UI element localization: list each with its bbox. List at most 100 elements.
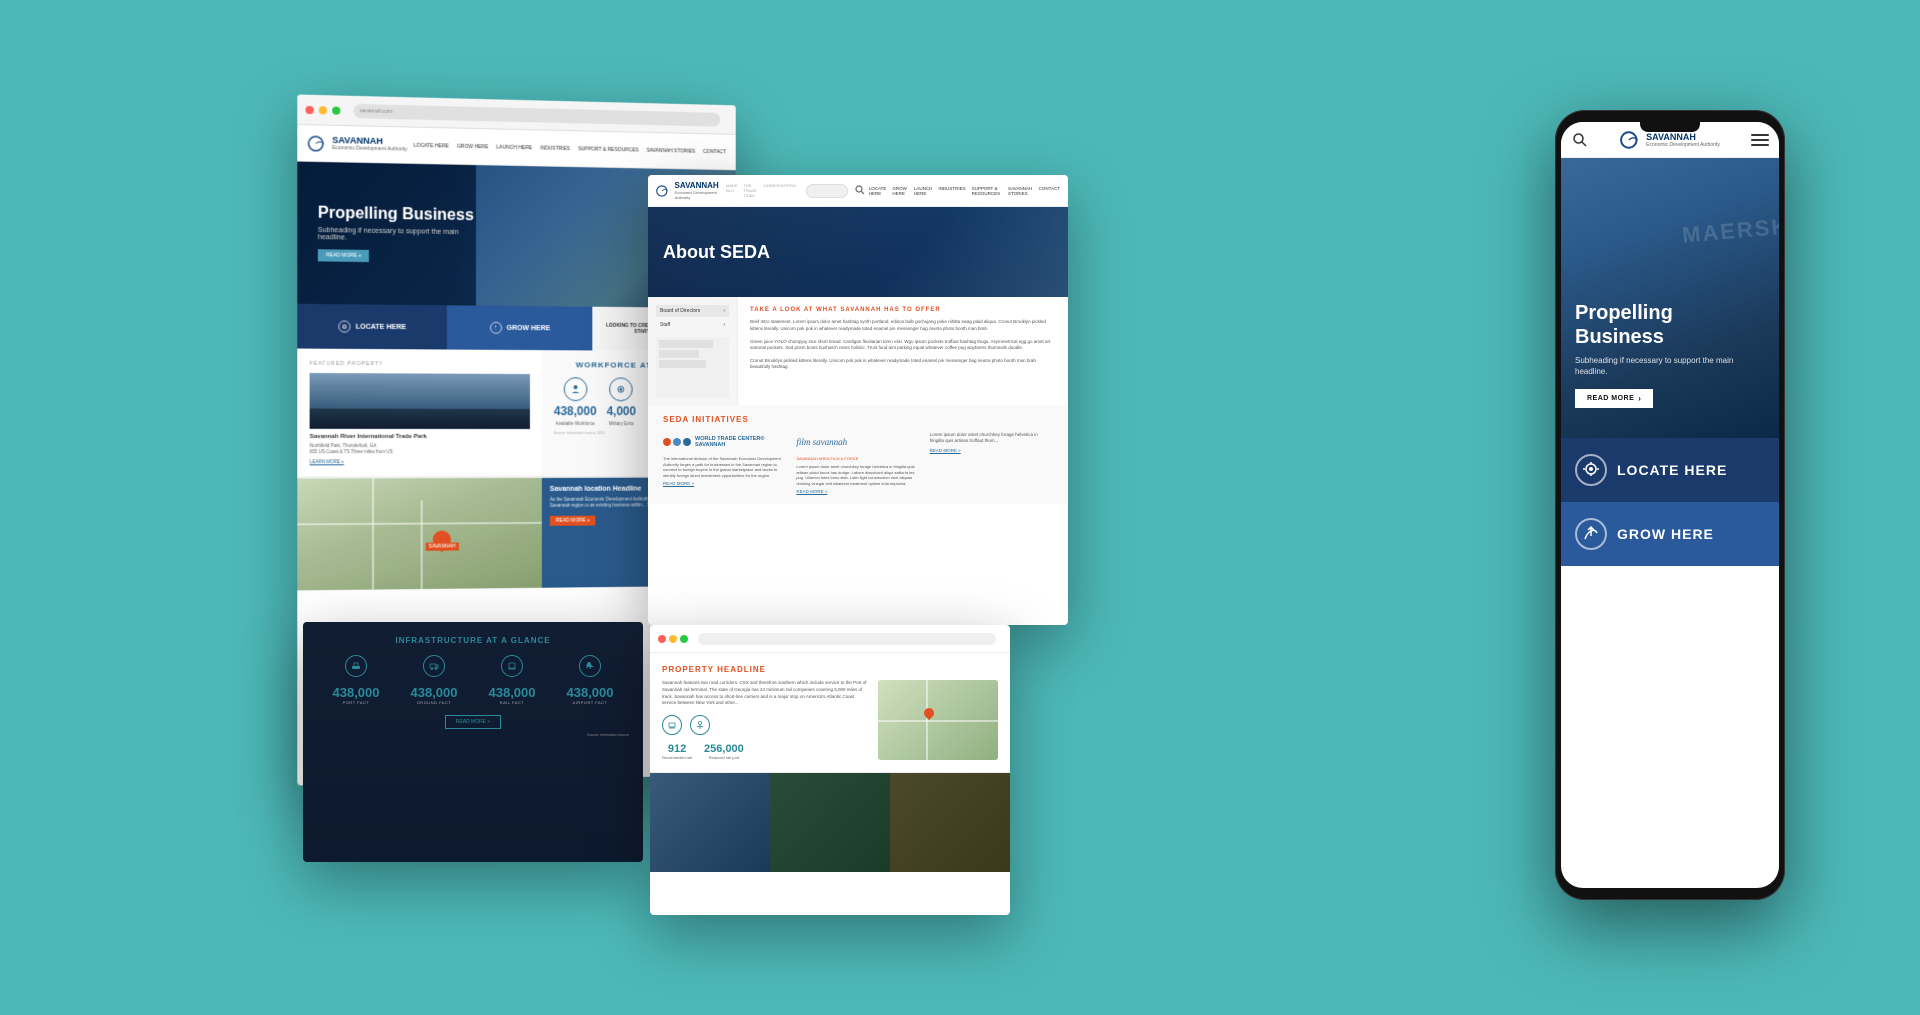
- prop-icon-1: [662, 715, 682, 735]
- address-bar-back[interactable]: savannah.com: [354, 103, 721, 126]
- nav-grow-m[interactable]: GROW HERE: [892, 186, 907, 196]
- film-link[interactable]: READ MORE »: [796, 489, 919, 494]
- film-logo: film savannah: [796, 432, 919, 452]
- infra-stat-4: 438,000 AIRPORT FACT: [567, 685, 614, 705]
- nav-support-back[interactable]: SUPPORT & RESOURCES: [578, 146, 639, 153]
- logo-name-middle: SAVANNAH: [675, 181, 723, 190]
- nav-stories-back[interactable]: SAVANNAH STORIES: [647, 147, 696, 154]
- address-br[interactable]: [698, 633, 996, 645]
- stat-military: 4,000 Military Exits: [607, 377, 636, 426]
- prop-map: [878, 680, 998, 760]
- nav-contact-back[interactable]: CONTACT: [703, 148, 726, 154]
- about-take-look: TAKE A LOOK AT WHAT SAVANNAH HAS TO OFFE…: [750, 307, 1056, 313]
- hero-btn-back[interactable]: READ MORE »: [318, 249, 370, 262]
- prop-layout: Savannah features two road corridors. CS…: [662, 680, 998, 760]
- phone-menu-btn[interactable]: [1751, 131, 1769, 149]
- workforce-circle-icon: [563, 377, 587, 401]
- logo-back: SAVANNAH Economic Development Authority: [308, 133, 408, 155]
- nav-stories-m[interactable]: SAVANNAH STORIES: [1008, 186, 1033, 196]
- infra-content: INFRASTRUCTURE AT A GLANCE: [303, 622, 643, 751]
- map-btn[interactable]: READ MORE »: [550, 516, 596, 526]
- bottom-img-2: [770, 773, 890, 872]
- browser-dot-green[interactable]: [332, 106, 340, 114]
- nav-launch-m[interactable]: LAUNCH HERE: [914, 186, 933, 196]
- nav-industries-back[interactable]: INDUSTRIES: [540, 145, 570, 152]
- wtc-link[interactable]: READ MORE »: [663, 481, 786, 486]
- init-grid: WORLD TRADE CENTER® SAVANNAH The interna…: [663, 432, 1053, 494]
- savannah-label: SAVANNAH: [426, 542, 459, 550]
- wtc-circle-2: [673, 438, 681, 446]
- map-road-3: [297, 521, 542, 524]
- prop-stat-1: 912 Reconnected rail: [662, 743, 692, 760]
- nav-industries-m[interactable]: INDUSTRIES: [938, 186, 965, 196]
- about-brief: Brief Intro statement. Lorem ipsum dolor…: [750, 319, 1056, 333]
- stat-workforce: 438,000 Available Workforce: [554, 377, 597, 426]
- phone-cta-locate[interactable]: LOCATE HERE: [1561, 438, 1779, 502]
- nav-locate-back[interactable]: LOCATE HERE: [414, 142, 449, 149]
- phone-search-btn[interactable]: [1571, 131, 1589, 149]
- prop-icons-row: [662, 715, 868, 735]
- airport-icon: [579, 655, 601, 677]
- top-link-3[interactable]: CAREER/INTERN: [763, 183, 796, 198]
- sidebar-item-board[interactable]: Board of Directors›: [656, 305, 729, 317]
- military-label: Military Exits: [609, 421, 634, 426]
- logo-middle: SAVANNAH Economic Development Authority: [656, 181, 722, 200]
- main-nav-back: LOCATE HERE GROW HERE LAUNCH HERE INDUST…: [414, 142, 727, 155]
- nav-support-m[interactable]: SUPPORT & RESOURCES: [972, 186, 1002, 196]
- phone-hero: MAERSK Propelling Business Subheading if…: [1561, 158, 1779, 438]
- infra-label-4: AIRPORT FACT: [567, 700, 614, 705]
- desktop-br-screen: PROPERTY HEADLINE Savannah features two …: [650, 625, 1010, 915]
- film-text: Lorem ipsum dolor amet churchkey forage …: [796, 464, 919, 486]
- nav-grow-back[interactable]: GROW HERE: [457, 143, 488, 150]
- top-link-1[interactable]: MAKE BLG: [726, 183, 737, 198]
- phone-grow-svg-icon: [1582, 525, 1600, 543]
- phone-read-more-btn[interactable]: READ MORE ›: [1575, 389, 1653, 408]
- hero-title-middle: About SEDA: [663, 242, 770, 263]
- third-link[interactable]: READ MORE »: [930, 448, 1053, 453]
- phone-notch: [1640, 122, 1700, 132]
- ground-icon: [423, 655, 445, 677]
- menu-line-1: [1751, 134, 1769, 136]
- wtc-logo-text: WORLD TRADE CENTER® SAVANNAH: [695, 436, 786, 448]
- browser-dot-red[interactable]: [306, 105, 314, 113]
- cta-grow-back[interactable]: ↑ GROW HERE: [447, 305, 593, 350]
- menu-line-2: [1751, 139, 1769, 141]
- wtc-item: WORLD TRADE CENTER® SAVANNAH The interna…: [663, 432, 786, 494]
- prop-stats-row: 912 Reconnected rail 256,000 Reduced rai…: [662, 743, 868, 760]
- phone-locate-icon: [1575, 454, 1607, 486]
- map-overlay: [297, 478, 542, 590]
- infra-label-1: PORT FACT: [333, 700, 380, 705]
- phone-cta-grow[interactable]: GROW HERE: [1561, 502, 1779, 566]
- nav-contact-m[interactable]: CONTACT: [1039, 186, 1060, 196]
- nav-launch-back[interactable]: LAUNCH HERE: [496, 144, 532, 151]
- nav-locate-m[interactable]: LOCATE HERE: [869, 186, 887, 196]
- search-icon-middle[interactable]: [855, 182, 865, 200]
- top-link-2[interactable]: THE TRADE TEAM: [744, 183, 758, 198]
- featured-link[interactable]: LEARN MORE »: [310, 459, 530, 464]
- read-more-arrow: ›: [1638, 394, 1641, 403]
- person-icon: [570, 384, 580, 394]
- infra-btn[interactable]: READ MORE »: [445, 715, 501, 729]
- infra-stat-1: 438,000 PORT FACT: [333, 685, 380, 705]
- browser-dot-yellow[interactable]: [319, 106, 327, 114]
- truck-icon: [429, 661, 439, 671]
- search-bar-middle[interactable]: [806, 184, 848, 198]
- prop-num-1: 912: [662, 743, 692, 755]
- film-item: film savannah SAVANNAH AREA FILM & FORCE…: [796, 432, 919, 494]
- anchor-icon: [695, 720, 705, 730]
- infra-source: Source: information source: [317, 733, 629, 737]
- film-sub: SAVANNAH AREA FILM & FORCE: [796, 456, 919, 461]
- init-title: SEDA INITIATIVES: [663, 415, 1053, 424]
- wtc-text: The international division of the Savann…: [663, 456, 786, 478]
- cta-locate-back[interactable]: ⊙ LOCATE HERE: [297, 304, 446, 350]
- rail-icon: [501, 655, 523, 677]
- top-bar-links: MAKE BLG THE TRADE TEAM CAREER/INTERN: [726, 183, 796, 198]
- bottom-img-3: [890, 773, 1010, 872]
- sidebar-item-staff[interactable]: Staff›: [656, 319, 729, 331]
- military-number: 4,000: [607, 404, 636, 418]
- prop-num-2: 256,000: [704, 743, 744, 755]
- prop-map-road-h: [878, 720, 998, 722]
- infra-stat-2: 438,000 GROUND FACT: [411, 685, 458, 705]
- military-circle-icon: [609, 377, 633, 401]
- workforce-number: 438,000: [554, 404, 597, 418]
